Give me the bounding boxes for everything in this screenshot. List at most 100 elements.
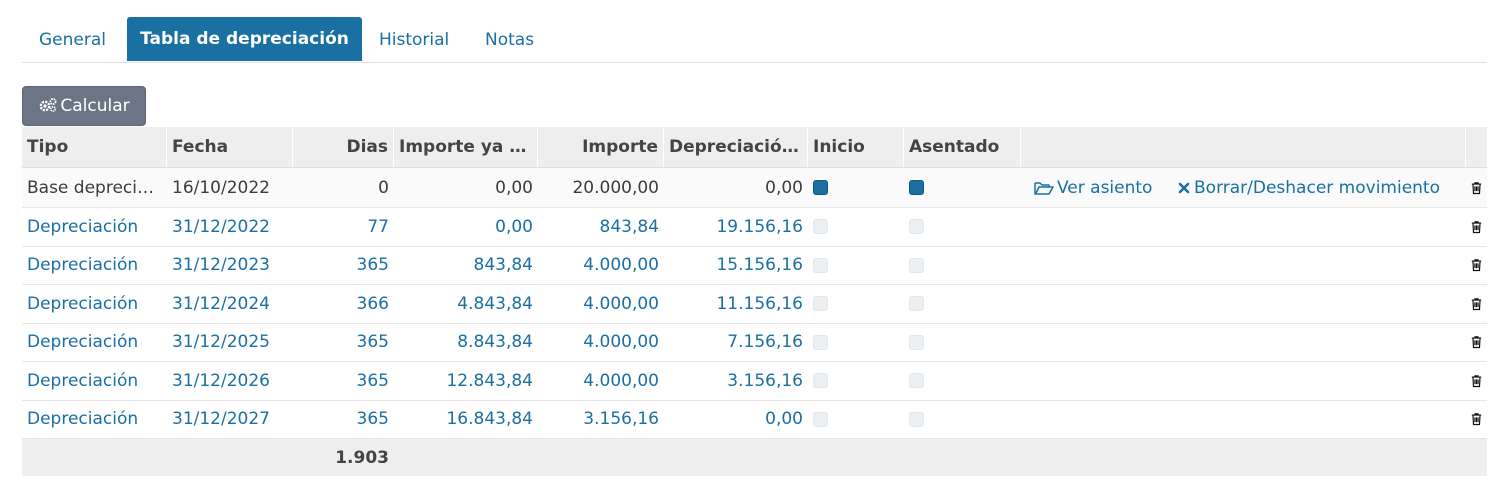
inicio-checkbox[interactable] (813, 296, 828, 312)
view-entry-link[interactable]: Ver asiento (1029, 168, 1169, 207)
table-row[interactable]: Base depreci… 16/10/2022 0 0,00 20.000,0… (22, 168, 1487, 208)
cell-fecha[interactable]: 31/12/2027 (167, 401, 293, 439)
asentado-checkbox[interactable] (909, 411, 924, 427)
tab-general[interactable]: General (39, 17, 106, 61)
trash-icon (1471, 181, 1482, 194)
inicio-checkbox[interactable] (813, 219, 828, 235)
tab-depreciation-table[interactable]: Tabla de depreciación (127, 17, 362, 61)
asentado-checkbox[interactable] (909, 257, 924, 273)
col-header-asentado[interactable]: Asentado (904, 127, 1021, 167)
cell-tipo[interactable]: Depreciación (22, 247, 167, 285)
cell-fecha[interactable]: 31/12/2022 (167, 208, 293, 246)
tab-notes[interactable]: Notas (485, 17, 534, 61)
inicio-checkbox[interactable] (813, 373, 828, 389)
cell-importe-ya[interactable]: 4.843,84 (394, 285, 538, 323)
cell-depreciacion[interactable]: 0,00 (664, 401, 808, 439)
cell-importe[interactable]: 4.000,00 (538, 324, 664, 362)
depreciation-table: Tipo Fecha Dias Importe ya d… Importe De… (22, 127, 1487, 476)
cell-dias[interactable]: 365 (293, 401, 394, 439)
cell-depreciacion[interactable]: 11.156,16 (664, 285, 808, 323)
cell-fecha[interactable]: 31/12/2026 (167, 362, 293, 400)
asentado-checkbox[interactable] (909, 180, 924, 195)
cell-tipo[interactable]: Depreciación (22, 401, 167, 439)
trash-icon (1471, 336, 1482, 349)
cell-depreciacion[interactable]: 19.156,16 (664, 208, 808, 246)
inicio-checkbox[interactable] (813, 257, 828, 273)
delete-row-button[interactable] (1466, 401, 1487, 439)
cell-importe[interactable]: 4.000,00 (538, 247, 664, 285)
trash-icon (1471, 259, 1482, 272)
cell-fecha[interactable]: 31/12/2023 (167, 247, 293, 285)
cell-tipo[interactable]: Depreciación (22, 362, 167, 400)
cell-importe-ya[interactable]: 8.843,84 (394, 324, 538, 362)
cell-importe[interactable]: 4.000,00 (538, 285, 664, 323)
cell-depreciacion[interactable]: 3.156,16 (664, 362, 808, 400)
col-header-depreciacion[interactable]: Depreciación… (664, 127, 808, 167)
col-header-dias[interactable]: Dias (293, 127, 394, 167)
table-row[interactable]: Depreciación 31/12/2026 365 12.843,84 4.000,… (22, 362, 1487, 401)
cell-asentado (904, 285, 1021, 323)
calculate-button[interactable]: Calcular (22, 86, 146, 126)
inicio-checkbox[interactable] (813, 180, 828, 195)
delete-row-button[interactable] (1466, 324, 1487, 362)
tab-bar: General Tabla de depreciación Historial … (22, 17, 1487, 63)
cell-asentado (904, 324, 1021, 362)
table-row[interactable]: Depreciación 31/12/2023 365 843,84 4.000,00 1… (22, 246, 1487, 285)
cell-importe-ya[interactable]: 0,00 (394, 208, 538, 246)
col-header-importe-ya[interactable]: Importe ya d… (394, 127, 538, 167)
cell-dias: 0 (378, 177, 389, 198)
cell-tipo[interactable]: Depreciación (22, 324, 167, 362)
cell-inicio (808, 362, 904, 400)
delete-row-button[interactable] (1466, 285, 1487, 323)
cell-importe-ya[interactable]: 843,84 (394, 247, 538, 285)
cell-dias[interactable]: 365 (293, 362, 394, 400)
cell-importe[interactable]: 843,84 (538, 208, 664, 246)
col-header-actions (1021, 127, 1466, 167)
gears-icon (38, 87, 58, 125)
col-header-importe[interactable]: Importe (538, 127, 664, 167)
asentado-checkbox[interactable] (909, 219, 924, 235)
col-header-fecha[interactable]: Fecha (167, 127, 293, 167)
inicio-checkbox[interactable] (813, 334, 828, 350)
cell-importe: 20.000,00 (572, 177, 659, 198)
table-row[interactable]: Depreciación 31/12/2025 365 8.843,84 4.000,0… (22, 323, 1487, 362)
table-row[interactable]: Depreciación 31/12/2022 77 0,00 843,84 19.156… (22, 208, 1487, 247)
cell-dias[interactable]: 77 (293, 208, 394, 246)
cell-tipo[interactable]: Depreciación (22, 208, 167, 246)
trash-icon (1471, 221, 1482, 233)
table-header: Tipo Fecha Dias Importe ya d… Importe De… (22, 127, 1487, 168)
delete-row-button[interactable] (1466, 168, 1487, 207)
col-header-inicio[interactable]: Inicio (808, 127, 904, 167)
tab-history[interactable]: Historial (379, 17, 449, 61)
asentado-checkbox[interactable] (909, 334, 924, 350)
inicio-checkbox[interactable] (813, 411, 828, 427)
cell-depreciacion[interactable]: 7.156,16 (664, 324, 808, 362)
cell-importe[interactable]: 3.156,16 (538, 401, 664, 439)
delete-row-button[interactable] (1466, 247, 1487, 285)
asentado-checkbox[interactable] (909, 373, 924, 389)
trash-icon (1471, 298, 1482, 310)
cell-dias[interactable]: 365 (293, 324, 394, 362)
cell-dias[interactable]: 366 (293, 285, 394, 323)
table-row[interactable]: Depreciación 31/12/2024 366 4.843,84 4.000,0… (22, 285, 1487, 324)
cell-inicio (808, 247, 904, 285)
cell-tipo[interactable]: Depreciación (22, 285, 167, 323)
cell-dias[interactable]: 365 (293, 247, 394, 285)
cell-importe-ya: 0,00 (495, 177, 533, 198)
cell-importe-ya[interactable]: 12.843,84 (394, 362, 538, 400)
folder-open-icon (1034, 181, 1054, 195)
cell-fecha[interactable]: 31/12/2025 (167, 324, 293, 362)
cell-importe[interactable]: 4.000,00 (538, 362, 664, 400)
cell-importe-ya[interactable]: 16.843,84 (394, 401, 538, 439)
calculate-label: Calcular (60, 96, 130, 116)
cell-fecha[interactable]: 31/12/2024 (167, 285, 293, 323)
cell-inicio (808, 401, 904, 439)
cell-depreciacion[interactable]: 15.156,16 (664, 247, 808, 285)
asentado-checkbox[interactable] (909, 296, 924, 312)
delete-row-button[interactable] (1466, 208, 1487, 246)
cell-asentado (904, 168, 1021, 207)
table-row[interactable]: Depreciación 31/12/2027 365 16.843,84 3.156,… (22, 400, 1487, 439)
col-header-tipo[interactable]: Tipo (22, 127, 167, 167)
undo-movement-link[interactable]: Borrar/Deshacer movimiento (1172, 168, 1466, 207)
delete-row-button[interactable] (1466, 362, 1487, 400)
